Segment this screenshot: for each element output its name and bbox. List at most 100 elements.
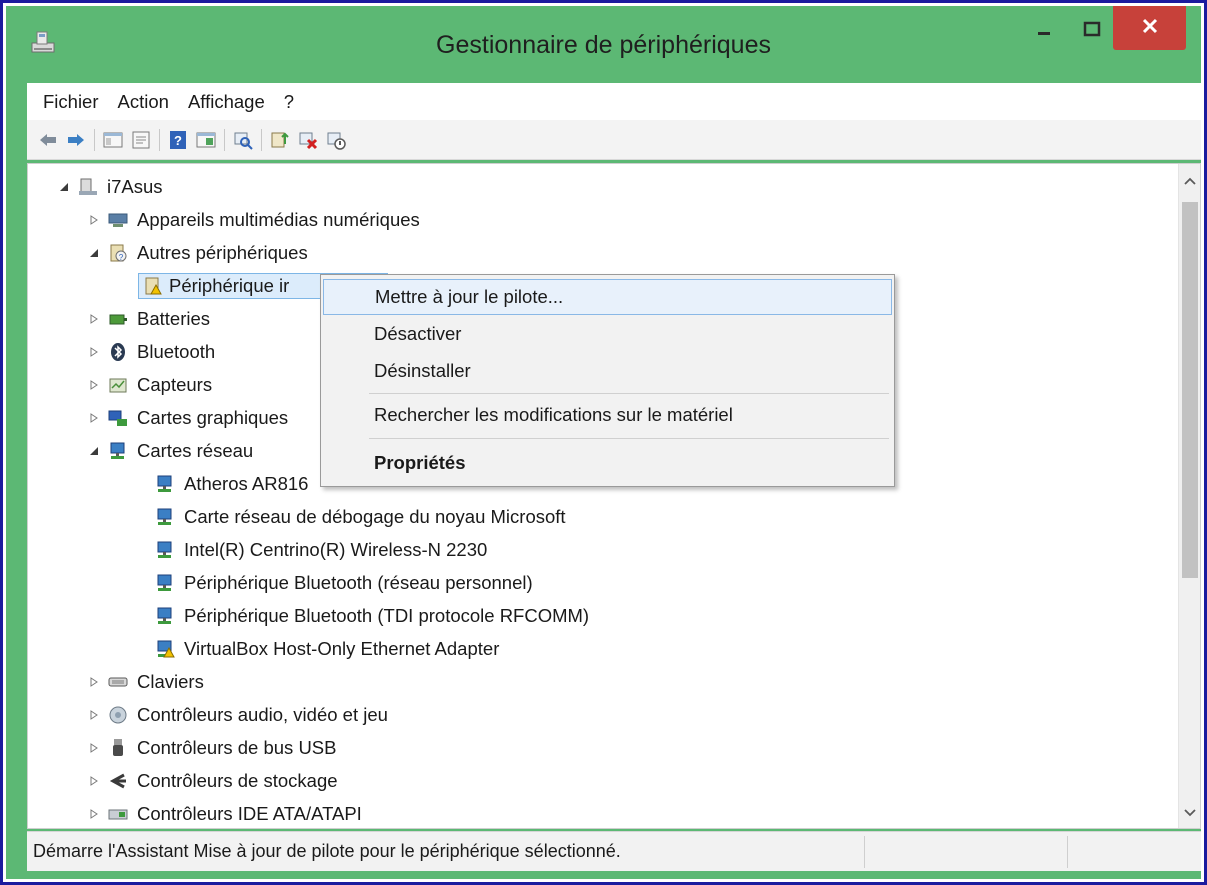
tree-item-network-bt-pan[interactable]: Périphérique Bluetooth (réseau personnel…: [155, 567, 536, 599]
title-bar[interactable]: Gestionnaire de périphériques: [6, 6, 1201, 82]
menu-item-uninstall[interactable]: Désinstaller: [323, 353, 892, 389]
computer-icon: [78, 177, 98, 197]
menu-item-disable[interactable]: Désactiver: [323, 316, 892, 352]
expand-arrow-icon[interactable]: [88, 346, 100, 358]
update-driver-icon[interactable]: [269, 129, 291, 151]
bluetooth-icon: [108, 342, 128, 362]
expand-arrow-icon[interactable]: [88, 214, 100, 226]
expand-arrow-icon[interactable]: [88, 775, 100, 787]
menu-bar: Fichier Action Affichage ?: [27, 83, 1201, 120]
tree-label: Cartes graphiques: [137, 407, 289, 428]
expand-arrow-icon[interactable]: [88, 742, 100, 754]
maximize-button[interactable]: [1068, 11, 1116, 51]
network-adapter-icon: [155, 507, 175, 527]
unknown-device-warning-icon: [143, 276, 163, 296]
scroll-thumb[interactable]: [1182, 202, 1198, 578]
vertical-scrollbar[interactable]: [1178, 164, 1200, 828]
tree-category-audio[interactable]: Contrôleurs audio, vidéo et jeu: [88, 699, 391, 731]
tree-item-network-atheros[interactable]: Atheros AR816: [155, 468, 311, 500]
svg-text:?: ?: [119, 253, 124, 262]
scroll-down-button[interactable]: [1179, 802, 1200, 823]
tree-category-multimedia[interactable]: Appareils multimédias numériques: [88, 204, 423, 236]
tree-category-sensors[interactable]: Capteurs: [88, 369, 215, 401]
forward-arrow-icon[interactable]: [65, 129, 87, 151]
uninstall-device-icon[interactable]: [297, 129, 319, 151]
tree-label: Périphérique Bluetooth (TDI protocole RF…: [184, 605, 590, 626]
tree-item-network-intel[interactable]: Intel(R) Centrino(R) Wireless-N 2230: [155, 534, 490, 566]
collapse-arrow-icon[interactable]: [88, 247, 100, 259]
menu-affichage[interactable]: Affichage: [188, 91, 265, 113]
tree-category-ide[interactable]: Contrôleurs IDE ATA/ATAPI: [88, 798, 365, 828]
expand-arrow-icon[interactable]: [88, 379, 100, 391]
svg-text:?: ?: [174, 133, 182, 148]
scroll-up-button[interactable]: [1179, 170, 1200, 191]
tree-label: Contrôleurs audio, vidéo et jeu: [137, 704, 388, 725]
close-button[interactable]: [1113, 6, 1186, 50]
tree-label: Contrôleurs IDE ATA/ATAPI: [137, 803, 362, 824]
tree-category-storage[interactable]: Contrôleurs de stockage: [88, 765, 341, 797]
close-icon: [1140, 16, 1160, 41]
tree-label: Capteurs: [137, 374, 213, 395]
tree-item-network-virtualbox[interactable]: VirtualBox Host-Only Ethernet Adapter: [155, 633, 502, 665]
status-text: Démarre l'Assistant Mise à jour de pilot…: [33, 841, 621, 861]
help-icon[interactable]: ?: [167, 129, 189, 151]
expand-arrow-icon[interactable]: [88, 676, 100, 688]
back-arrow-icon[interactable]: [37, 129, 59, 151]
network-adapter-icon: [155, 540, 175, 560]
tree-label: VirtualBox Host-Only Ethernet Adapter: [184, 638, 500, 659]
tree-item-network-debug[interactable]: Carte réseau de débogage du noyau Micros…: [155, 501, 569, 533]
toolbar-separator: [94, 128, 95, 151]
status-divider: [864, 836, 865, 868]
tree-category-usb[interactable]: Contrôleurs de bus USB: [88, 732, 340, 764]
chevron-up-icon: [1184, 170, 1196, 191]
menu-item-update-driver[interactable]: Mettre à jour le pilote...: [323, 279, 892, 315]
tree-category-display-adapters[interactable]: Cartes graphiques: [88, 402, 291, 434]
show-hide-console-tree-icon[interactable]: [102, 129, 124, 151]
tree-label: Intel(R) Centrino(R) Wireless-N 2230: [184, 539, 488, 560]
device-tree-panel[interactable]: i7Asus Appareils multimédias numériques …: [27, 163, 1201, 829]
chevron-down-icon: [1184, 802, 1196, 823]
expand-arrow-icon[interactable]: [88, 313, 100, 325]
menu-item-properties[interactable]: Propriétés: [323, 445, 892, 481]
menu-separator: [369, 393, 889, 394]
disable-device-icon[interactable]: [325, 129, 347, 151]
tree-category-other-devices[interactable]: ? Autres périphériques: [88, 237, 311, 269]
network-adapter-icon: [155, 573, 175, 593]
view-icon[interactable]: [195, 129, 217, 151]
properties-icon[interactable]: [130, 129, 152, 151]
tree-label: Claviers: [137, 671, 204, 692]
tree-category-batteries[interactable]: Batteries: [88, 303, 213, 335]
tree-label: Bluetooth: [137, 341, 216, 362]
display-adapter-icon: [108, 408, 128, 428]
maximize-icon: [1082, 19, 1102, 44]
tree-root[interactable]: i7Asus: [58, 171, 166, 203]
expand-arrow-icon[interactable]: [88, 808, 100, 820]
tree-label: Contrôleurs de stockage: [137, 770, 338, 791]
tree-label: Périphérique Bluetooth (réseau personnel…: [184, 572, 533, 593]
expand-arrow-icon[interactable]: [88, 412, 100, 424]
tree-item-network-bt-rfcomm[interactable]: Périphérique Bluetooth (TDI protocole RF…: [155, 600, 592, 632]
context-menu: Mettre à jour le pilote... Désactiver Dé…: [320, 274, 895, 487]
tree-label: i7Asus: [107, 176, 163, 197]
menu-item-scan-hardware[interactable]: Rechercher les modifications sur le maté…: [323, 397, 892, 433]
menu-action[interactable]: Action: [118, 91, 169, 113]
tree-label: Autres périphériques: [137, 242, 308, 263]
collapse-arrow-icon[interactable]: [88, 445, 100, 457]
menu-fichier[interactable]: Fichier: [43, 91, 99, 113]
tree-category-bluetooth[interactable]: Bluetooth: [88, 336, 218, 368]
network-adapter-icon: [155, 606, 175, 626]
status-divider: [1067, 836, 1068, 868]
menu-help[interactable]: ?: [284, 91, 294, 113]
tree-category-keyboards[interactable]: Claviers: [88, 666, 207, 698]
expand-arrow-icon[interactable]: [88, 709, 100, 721]
tree-label: Contrôleurs de bus USB: [137, 737, 337, 758]
toolbar-separator: [261, 128, 262, 151]
tree-category-network-adapters[interactable]: Cartes réseau: [88, 435, 256, 467]
collapse-arrow-icon[interactable]: [58, 181, 70, 193]
minimize-button[interactable]: [1020, 11, 1068, 51]
minimize-icon: [1034, 19, 1054, 44]
network-adapter-icon: [108, 441, 128, 461]
scan-hardware-icon[interactable]: [232, 129, 254, 151]
ide-controller-icon: [108, 804, 128, 824]
tree-label: Carte réseau de débogage du noyau Micros…: [184, 506, 566, 527]
